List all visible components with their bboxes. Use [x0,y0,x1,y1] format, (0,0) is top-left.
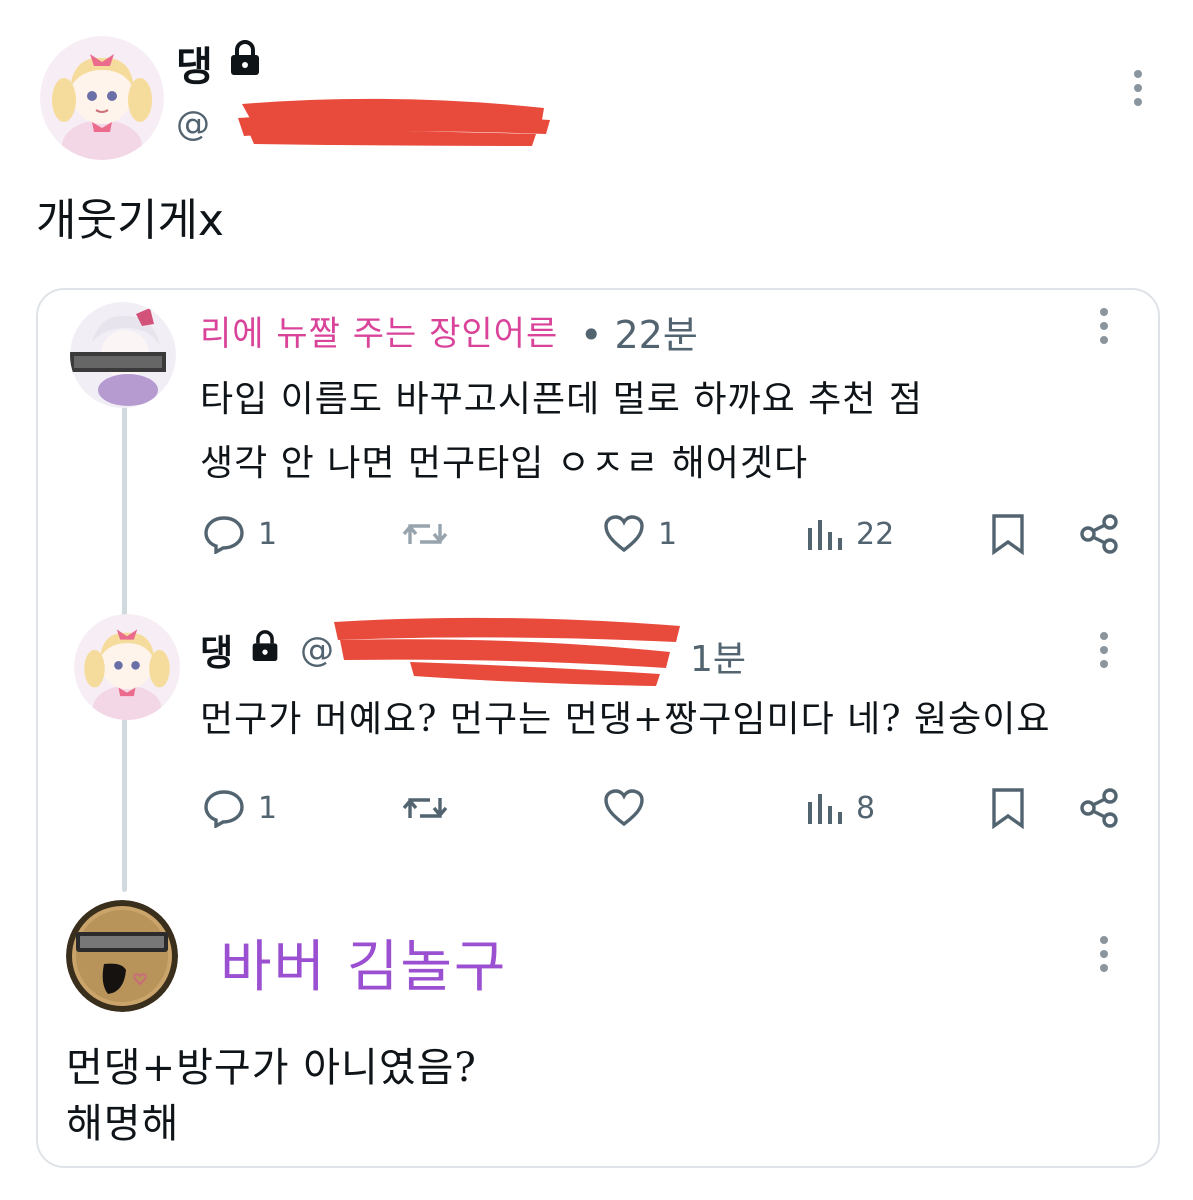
share-icon[interactable] [1078,786,1122,834]
reply-text-line: 먼댕+방구가 아니였음? [66,1045,477,1091]
lock-icon [250,630,280,662]
reply-count: 1 [258,516,278,552]
avatar[interactable] [66,900,178,1012]
reply-timestamp[interactable]: 1분 [690,630,746,682]
author-name[interactable]: 댕 [176,34,214,92]
like-button[interactable] [602,788,658,828]
reply-text: 먼댕+방구가 아니였음? 해명해 [66,1040,477,1152]
reply-text: 먼구가 머예요? 먼구는 먼댕+짱구임미다 네? 원숭이요 [200,699,1051,740]
reply-timestamp[interactable]: • 22분 [580,304,698,359]
more-vertical-icon[interactable] [1094,306,1114,350]
heart-icon [602,788,646,828]
repost-icon [400,514,450,554]
avatar[interactable] [70,302,176,408]
bookmark-icon[interactable] [988,512,1028,560]
reply-button[interactable]: 1 [202,788,277,828]
views-count: 8 [856,790,876,826]
reply-author-handle[interactable]: @ [300,630,334,670]
views-button[interactable]: 22 [804,514,894,554]
redaction-mark [232,90,554,152]
reply-text-line: 생각 안 나면 먼구타입 ㅇㅈㄹ 해어겟다 [200,443,809,484]
reply-author-name[interactable]: 바버 김놀구 [220,922,507,1003]
repost-icon [400,788,450,828]
reply-icon [202,788,246,828]
post-text: 개웃기게x [36,195,224,246]
reply-icon [202,514,246,554]
views-chart-icon [804,788,844,828]
like-button[interactable]: 1 [602,514,677,554]
lock-icon [228,40,262,76]
heart-icon [602,514,646,554]
reply-author-name[interactable]: 리에 뉴짤 주는 장인어른 [200,306,558,355]
avatar[interactable] [74,614,180,720]
reply-text-line: 타입 이름도 바꾸고시픈데 멀로 하까요 추천 점 [200,379,923,420]
like-count: 1 [658,516,678,552]
reply-author-name[interactable]: 댕 [200,624,233,676]
repost-button[interactable] [400,514,462,554]
author-handle[interactable]: @ [176,104,210,144]
more-vertical-icon[interactable] [1094,934,1114,978]
views-button[interactable]: 8 [804,788,875,828]
reply-text-line: 해명해 [66,1101,180,1147]
redaction-mark [330,610,685,690]
reply-button[interactable]: 1 [202,514,277,554]
views-chart-icon [804,514,844,554]
avatar[interactable] [40,36,164,160]
share-icon[interactable] [1078,512,1122,560]
views-count: 22 [856,516,895,552]
more-vertical-icon[interactable] [1124,68,1152,108]
reply-text: 타입 이름도 바꾸고시픈데 멀로 하까요 추천 점 생각 안 나면 먼구타입 ㅇ… [200,368,1100,496]
more-vertical-icon[interactable] [1094,630,1114,674]
repost-button[interactable] [400,788,462,828]
reply-count: 1 [258,790,278,826]
bookmark-icon[interactable] [988,786,1028,834]
